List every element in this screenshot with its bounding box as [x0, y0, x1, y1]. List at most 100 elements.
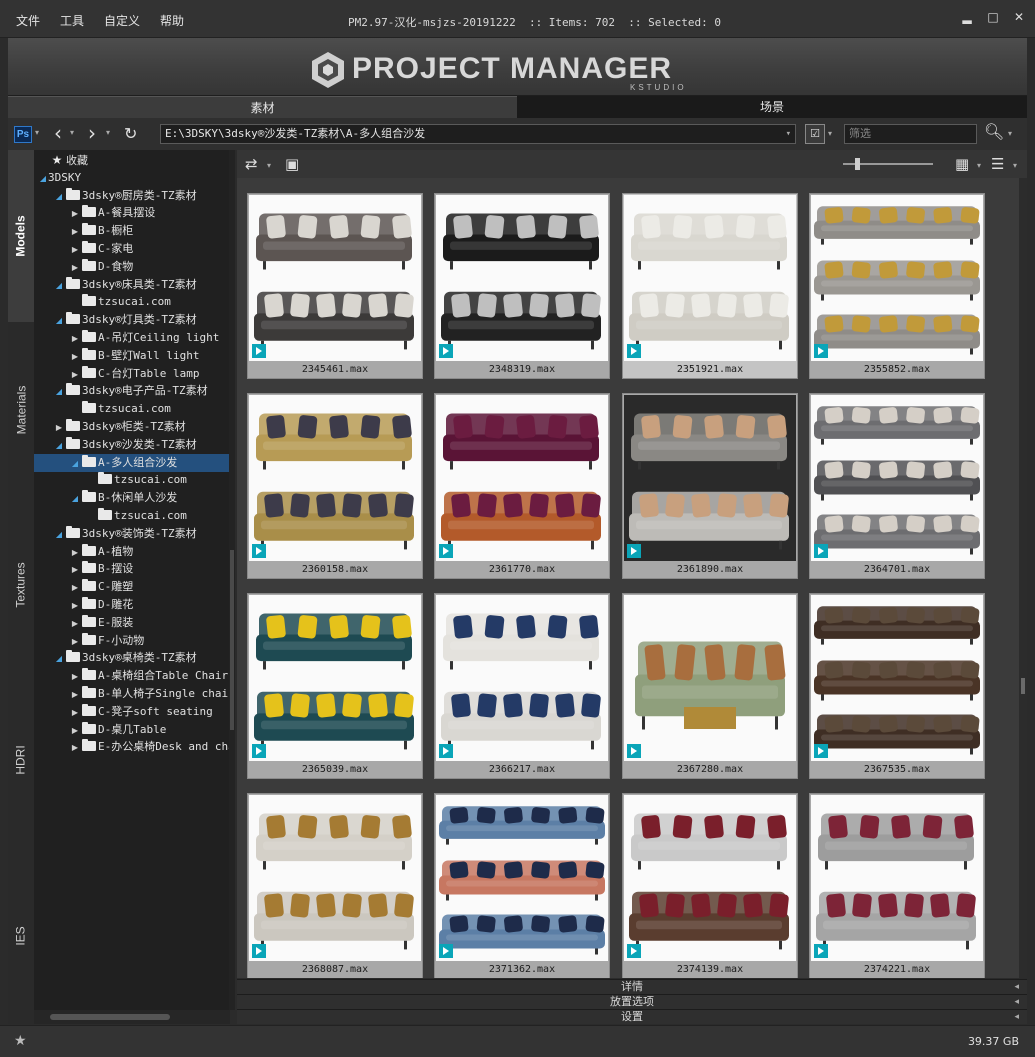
slider-knob[interactable]	[855, 158, 860, 170]
tree-item[interactable]: tzsucai.com	[34, 471, 230, 489]
asset-thumbnail[interactable]	[436, 195, 608, 361]
tree-item[interactable]: ◢ 3dsky®厨房类-TZ素材	[34, 187, 230, 205]
collapsed-arrow-icon[interactable]: ▶	[70, 739, 80, 757]
tab-scenes[interactable]: 场景	[517, 96, 1027, 118]
side-tab-models[interactable]: Models	[8, 150, 34, 322]
asset-card[interactable]: 2374221.max	[809, 793, 985, 978]
thumbnail-size-slider[interactable]	[843, 158, 933, 170]
sync-icon[interactable]: ⇄	[245, 155, 258, 173]
expanded-arrow-icon[interactable]: ◢	[54, 383, 64, 401]
asset-thumbnail[interactable]	[624, 595, 796, 761]
tree-item[interactable]: ▶ A-植物	[34, 543, 230, 561]
collapsed-arrow-icon[interactable]: ▶	[70, 561, 80, 579]
chevron-down-icon[interactable]: ▾	[1013, 161, 1017, 170]
grid-view-icon[interactable]: ▦	[955, 155, 969, 173]
tree-item[interactable]: ▶ C-家电	[34, 240, 230, 258]
photoshop-button[interactable]: Ps	[14, 126, 32, 143]
scroll-thumb[interactable]	[50, 1014, 170, 1020]
tree-item[interactable]: ▶ B-单人椅子Single chair	[34, 685, 230, 703]
asset-card[interactable]: 2361770.max	[434, 393, 610, 579]
collapsed-arrow-icon[interactable]: ▶	[70, 579, 80, 597]
collapsed-arrow-icon[interactable]: ▶	[70, 686, 80, 704]
placement-options-panel[interactable]: 放置选项 ◂	[237, 994, 1027, 1009]
collapsed-arrow-icon[interactable]: ▶	[70, 330, 80, 348]
asset-thumbnail[interactable]	[811, 195, 983, 361]
asset-card[interactable]: 2351921.max	[622, 193, 798, 379]
asset-thumbnail[interactable]	[249, 395, 421, 561]
tree-item[interactable]: ▶ F-小动物	[34, 632, 230, 650]
side-tab-ies[interactable]: IES	[8, 847, 34, 1024]
asset-card[interactable]: 2360158.max	[247, 393, 423, 579]
menu-help[interactable]: 帮助	[160, 12, 184, 29]
expanded-arrow-icon[interactable]: ◢	[38, 170, 48, 188]
asset-thumbnail[interactable]	[811, 595, 983, 761]
asset-card[interactable]: 2367535.max	[809, 593, 985, 779]
path-input[interactable]: E:\3DSKY\3dsky®沙发类-TZ素材\A-多人组合沙发 ▾	[160, 124, 796, 144]
collapsed-arrow-icon[interactable]: ▶	[70, 633, 80, 651]
collapsed-arrow-icon[interactable]: ▶	[70, 241, 80, 259]
collapsed-arrow-icon[interactable]: ▶	[70, 366, 80, 384]
tree-item[interactable]: ▶ A-吊灯Ceiling light	[34, 329, 230, 347]
side-tab-hdri[interactable]: HDRI	[8, 672, 34, 847]
tree-item[interactable]: ▶ C-台灯Table lamp	[34, 365, 230, 383]
tree-item[interactable]: ◢ B-休闲单人沙发	[34, 489, 230, 507]
cube-icon[interactable]: ▣	[285, 155, 299, 173]
tree-item[interactable]: ▶ 3dsky®柜类-TZ素材	[34, 418, 230, 436]
asset-card[interactable]: 2365039.max	[247, 593, 423, 779]
scroll-thumb[interactable]	[1021, 678, 1025, 694]
tree-item[interactable]: ▶ A-餐具摆设	[34, 204, 230, 222]
expanded-arrow-icon[interactable]: ◢	[54, 526, 64, 544]
tree-item[interactable]: ▶ C-凳子soft seating	[34, 703, 230, 721]
tree-item[interactable]: ▶ E-服装	[34, 614, 230, 632]
asset-card[interactable]: 2366217.max	[434, 593, 610, 779]
collapsed-arrow-icon[interactable]: ▶	[70, 722, 80, 740]
tree-item[interactable]: ▶ D-雕花	[34, 596, 230, 614]
asset-thumbnail[interactable]	[624, 795, 796, 961]
asset-thumbnail[interactable]	[436, 595, 608, 761]
expanded-arrow-icon[interactable]: ◢	[70, 490, 80, 508]
tree-item[interactable]: ▶ B-壁灯Wall light	[34, 347, 230, 365]
close-icon[interactable]: ✕	[1013, 10, 1025, 24]
grid-scrollbar[interactable]	[1019, 178, 1027, 978]
filter-check-icon[interactable]: ☑	[805, 124, 825, 144]
tree-item[interactable]: ◢ 3dsky®床具类-TZ素材	[34, 276, 230, 294]
collapsed-arrow-icon[interactable]: ▶	[70, 223, 80, 241]
asset-card[interactable]: 2345461.max	[247, 193, 423, 379]
expanded-arrow-icon[interactable]: ◢	[54, 312, 64, 330]
asset-card[interactable]: 2364701.max	[809, 393, 985, 579]
tree-item[interactable]: tzsucai.com	[34, 507, 230, 525]
tree-item[interactable]: ▶ E-办公桌椅Desk and chair	[34, 738, 230, 756]
tree-item[interactable]: ▶ B-橱柜	[34, 222, 230, 240]
asset-thumbnail[interactable]	[249, 595, 421, 761]
asset-thumbnail[interactable]	[436, 395, 608, 561]
asset-card[interactable]: 2348319.max	[434, 193, 610, 379]
asset-card[interactable]: 2368087.max	[247, 793, 423, 978]
collapsed-arrow-icon[interactable]: ▶	[70, 544, 80, 562]
asset-card[interactable]: 2361890.max	[622, 393, 798, 579]
scroll-thumb[interactable]	[230, 550, 234, 730]
chevron-down-icon[interactable]: ▾	[977, 161, 981, 170]
settings-panel[interactable]: 设置 ◂	[237, 1009, 1027, 1024]
asset-card[interactable]: 2374139.max	[622, 793, 798, 978]
collapsed-arrow-icon[interactable]: ▶	[70, 348, 80, 366]
tree-item[interactable]: ◢ 3dsky®电子产品-TZ素材	[34, 382, 230, 400]
asset-thumbnail[interactable]	[249, 195, 421, 361]
menu-file[interactable]: 文件	[16, 12, 40, 29]
tree-item[interactable]: ▶ D-食物	[34, 258, 230, 276]
collapsed-arrow-icon[interactable]: ▶	[70, 205, 80, 223]
tree-item[interactable]: tzsucai.com	[34, 293, 230, 311]
back-icon[interactable]: ‹	[54, 122, 62, 144]
collapsed-arrow-icon[interactable]: ▶	[70, 259, 80, 277]
sort-icon[interactable]: ☰	[991, 155, 1004, 173]
asset-card[interactable]: 2371362.max	[434, 793, 610, 978]
tree-item[interactable]: ▶ C-雕塑	[34, 578, 230, 596]
asset-card[interactable]: 2367280.max	[622, 593, 798, 779]
minimize-icon[interactable]: ▂	[961, 10, 973, 24]
refresh-icon[interactable]: ↻	[124, 123, 137, 145]
tree-item[interactable]: ▶ D-桌几Table	[34, 721, 230, 739]
tree-item[interactable]: tzsucai.com	[34, 400, 230, 418]
collapsed-arrow-icon[interactable]: ▶	[70, 668, 80, 686]
filter-input[interactable]: 筛选	[844, 124, 977, 144]
chevron-down-icon[interactable]: ▾	[828, 129, 832, 138]
chevron-down-icon[interactable]: ▾	[70, 128, 74, 137]
